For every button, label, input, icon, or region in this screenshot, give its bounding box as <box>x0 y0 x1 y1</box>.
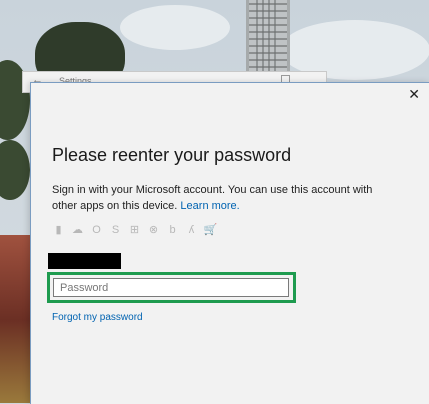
tower-windows <box>252 0 278 80</box>
dialog-description: Sign in with your Microsoft account. You… <box>52 182 392 214</box>
close-button[interactable]: ✕ <box>408 86 420 102</box>
outlook-icon: O <box>92 223 101 236</box>
bing-icon: b <box>169 223 176 236</box>
store-icon: 🛒 <box>203 224 218 236</box>
redacted-account-name <box>48 253 121 269</box>
onedrive-icon: ☁ <box>72 224 83 236</box>
msn-icon: ʎ <box>188 223 195 236</box>
xbox-icon: ⊗ <box>148 224 159 236</box>
ground <box>0 235 30 403</box>
dialog-heading: Please reenter your password <box>52 145 292 165</box>
cloud <box>120 5 230 50</box>
reenter-password-dialog: ✕ Please reenter your password Sign in w… <box>30 82 429 404</box>
office-icon: ▮ <box>55 224 62 236</box>
windows-icon: ⊞ <box>129 224 140 236</box>
skype-icon: S <box>111 223 120 236</box>
microsoft-app-icons: ▮ ☁ O S ⊞ ⊗ b ʎ 🛒 <box>52 223 218 237</box>
password-input[interactable] <box>53 278 289 297</box>
forgot-password-link[interactable]: Forgot my password <box>52 312 143 323</box>
learn-more-link[interactable]: Learn more. <box>180 200 239 212</box>
